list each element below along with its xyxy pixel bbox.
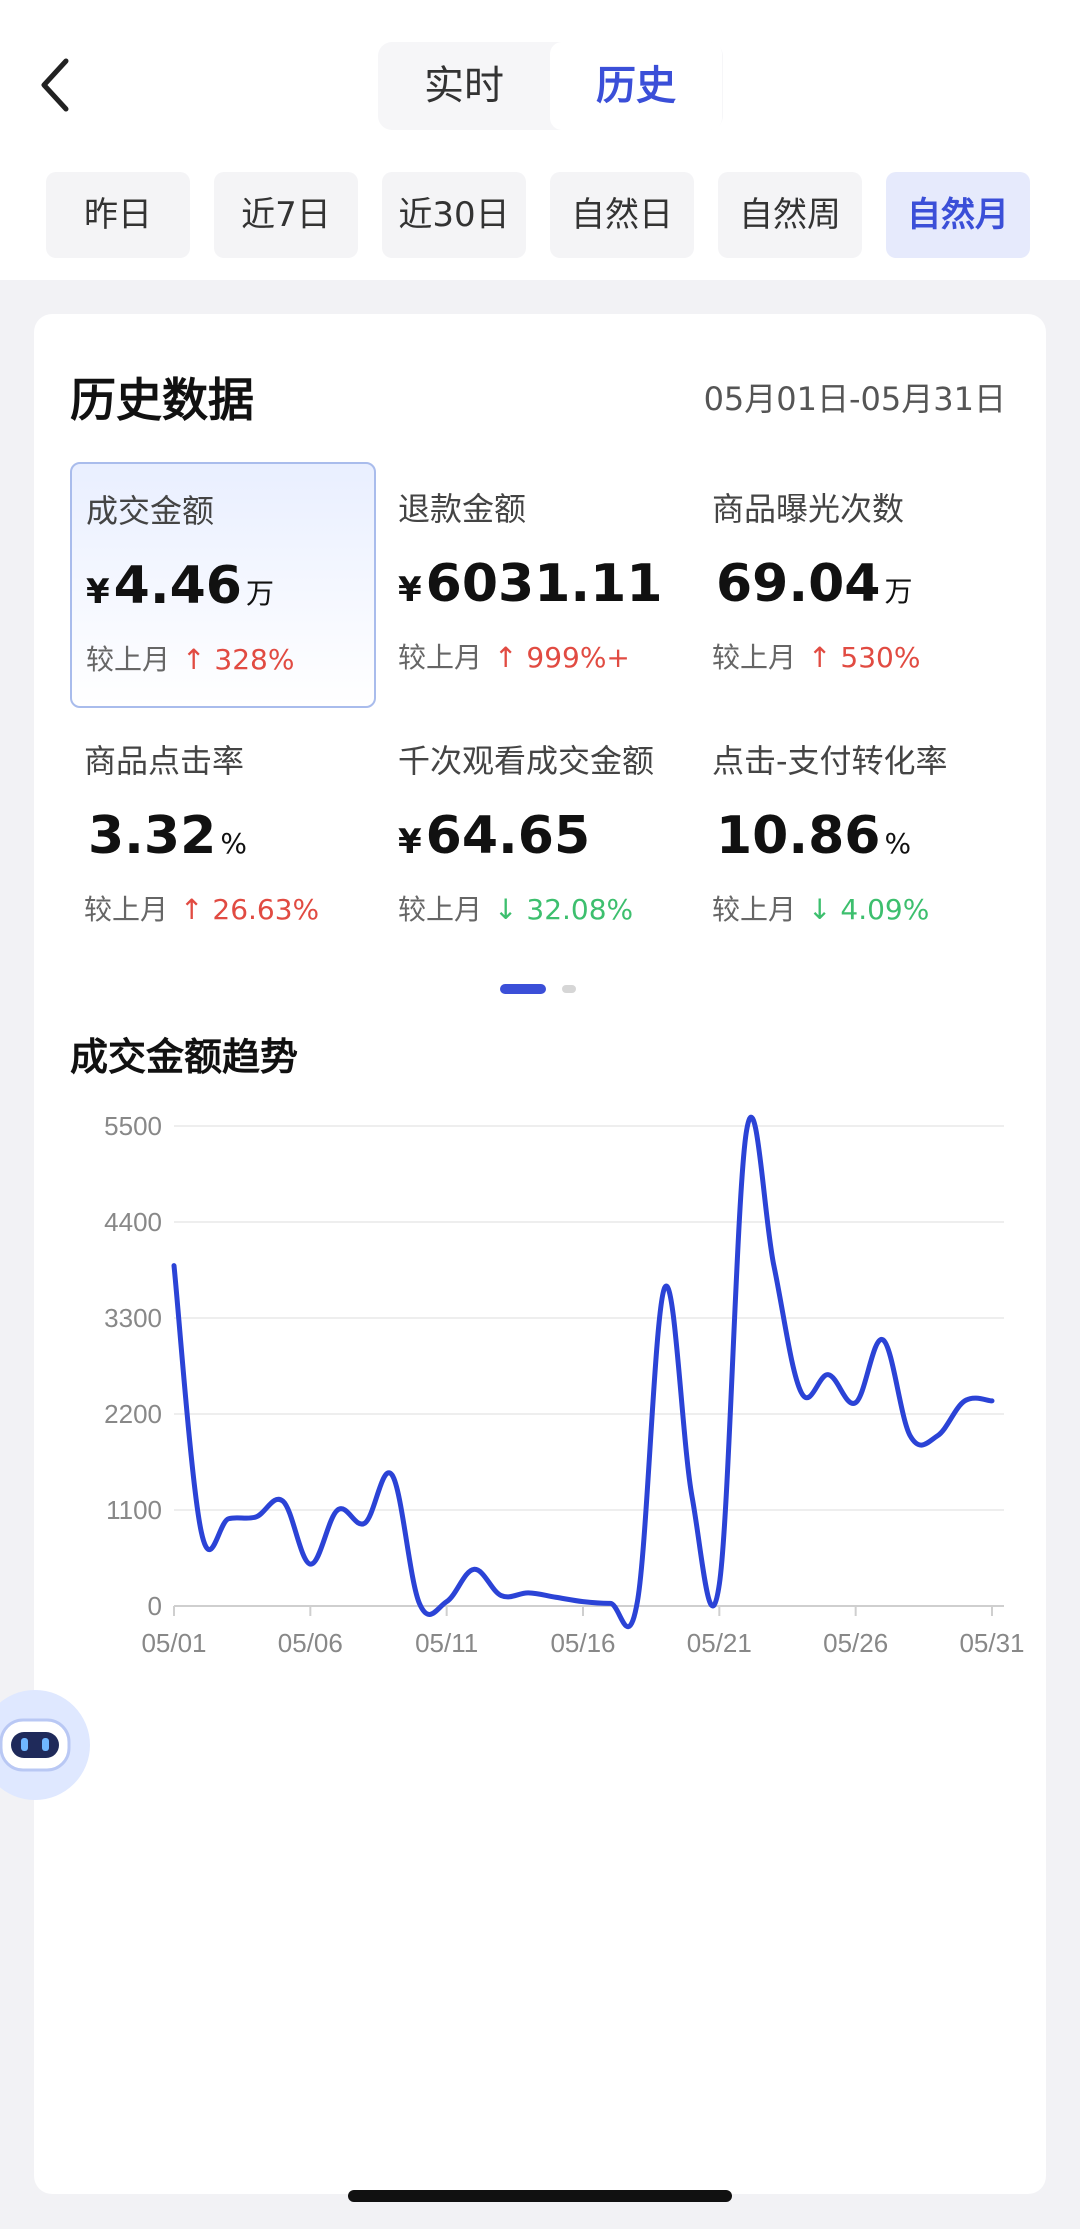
delta-up: ↑ 328% [182,643,295,676]
metric-compare: 较上月 ↑ 999%+ [398,641,630,674]
back-button[interactable] [30,55,80,115]
metric-label: 点击-支付转化率 [712,742,948,780]
metric-compare: 较上月 ↑ 530% [712,641,921,674]
x-tick-label: 05/01 [141,1628,206,1658]
delta-up: ↑ 999%+ [494,641,630,674]
data-point [743,1126,751,1134]
tab-realtime[interactable]: 实时 [378,42,550,130]
data-point [415,1599,423,1607]
data-point [797,1388,805,1396]
metric-value: ¥64.65 [398,806,591,866]
data-point [443,1598,451,1606]
data-point [852,1399,860,1407]
y-tick-label: 2200 [104,1399,162,1429]
metric-label: 退款金额 [398,490,527,528]
data-point [497,1592,505,1600]
range-last-30-days[interactable]: 近30日 [382,172,526,258]
data-point [252,1513,260,1521]
y-tick-label: 5500 [104,1111,162,1141]
x-tick-label: 05/31 [959,1628,1024,1658]
range-last-7-days[interactable]: 近7日 [214,172,358,258]
data-point [552,1593,560,1601]
date-range-label: 05月01日-05月31日 [703,380,1006,418]
metric-product-impressions[interactable]: 商品曝光次数 69.04 万 较上月 ↑ 530% [698,462,1004,708]
metric-compare: 较上月 ↓ 4.09% [712,893,930,926]
tab-history[interactable]: 历史 [550,42,722,130]
delta-down: ↓ 4.09% [808,893,930,926]
metric-gmv[interactable]: 成交金额 ¥4.46 万 较上月 ↑ 328% [70,462,376,708]
data-point [688,1493,696,1501]
metric-value: 69.04 万 [716,554,913,614]
card-title: 历史数据 [70,373,254,427]
range-natural-week[interactable]: 自然周 [718,172,862,258]
data-point [197,1528,205,1536]
metric-value: ¥4.46 万 [86,556,274,616]
metric-value: 3.32% [88,806,247,866]
home-indicator[interactable] [348,2190,732,2202]
data-point [524,1589,532,1597]
data-point [879,1336,887,1344]
range-yesterday[interactable]: 昨日 [46,172,190,258]
metric-value: 10.86% [716,806,912,866]
data-point [661,1283,669,1291]
data-point [334,1506,342,1514]
data-point [961,1397,969,1405]
delta-down: ↓ 32.08% [494,893,634,926]
metric-label: 千次观看成交金额 [398,742,655,780]
pager-dot [562,985,576,993]
x-tick-label: 05/26 [823,1628,888,1658]
trend-title: 成交金额趋势 [70,1035,299,1079]
y-tick-label: 0 [148,1591,162,1621]
data-point [824,1371,832,1379]
data-point [470,1565,478,1573]
data-point [715,1580,723,1588]
data-point [606,1599,614,1607]
mode-toggle: 实时 历史 [378,42,723,130]
data-point [634,1597,642,1605]
pager-dot-active [500,984,546,994]
data-point [279,1497,287,1505]
metric-value: ¥6031.11 [398,554,663,614]
range-natural-month[interactable]: 自然月 [886,172,1030,258]
series-line [171,1115,995,1630]
y-tick-label: 3300 [104,1303,162,1333]
metric-label: 商品点击率 [84,742,245,780]
metric-compare: 较上月 ↑ 26.63% [84,893,320,926]
chevron-left-icon [41,58,69,112]
metric-click-pay-conversion[interactable]: 点击-支付转化率 10.86% 较上月 ↓ 4.09% [698,714,1004,960]
metric-click-rate[interactable]: 商品点击率 3.32% 较上月 ↑ 26.63% [70,714,376,960]
range-natural-day[interactable]: 自然日 [550,172,694,258]
data-point [388,1471,396,1479]
x-tick-label: 05/21 [687,1628,752,1658]
x-tick-label: 05/11 [415,1628,478,1658]
robot-assistant-icon [0,1718,71,1772]
data-point [361,1519,369,1527]
delta-up: ↑ 530% [808,641,921,674]
data-point [170,1262,178,1270]
metric-gpm[interactable]: 千次观看成交金额 ¥64.65 较上月 ↓ 32.08% [384,714,690,960]
y-tick-label: 1100 [106,1495,162,1525]
metric-label: 商品曝光次数 [712,490,905,528]
data-point [988,1397,996,1405]
y-tick-label: 4400 [104,1207,162,1237]
history-data-card: 历史数据 05月01日-05月31日 成交金额 ¥4.46 万 较上月 ↑ 328%… [34,314,1046,2194]
metric-label: 成交金额 [86,492,215,530]
metric-compare: 较上月 ↑ 328% [86,643,295,676]
date-range-selector: 昨日 近7日 近30日 自然日 自然周 自然月 [46,172,1046,258]
gmv-trend-chart[interactable]: 0 1100 2200 3300 4400 5500 05/01 05/06 05/11 05/1… [34,1104,1046,1704]
data-point [306,1560,314,1568]
data-point [579,1598,587,1606]
data-point [770,1262,778,1270]
chart-svg: 0 1100 2200 3300 4400 5500 05/01 05/06 05/11 05/1… [104,1111,1024,1658]
x-tick-label: 05/16 [550,1628,615,1658]
x-tick-label: 05/06 [278,1628,343,1658]
data-point [933,1432,941,1440]
top-bar: 实时 历史 昨日 近7日 近30日 自然日 自然周 自然月 [0,0,1080,280]
data-point [225,1515,233,1523]
delta-up: ↑ 26.63% [180,893,320,926]
data-point [906,1432,914,1440]
metric-compare: 较上月 ↓ 32.08% [398,893,634,926]
metric-refund-amount[interactable]: 退款金额 ¥6031.11 较上月 ↑ 999%+ [384,462,690,708]
